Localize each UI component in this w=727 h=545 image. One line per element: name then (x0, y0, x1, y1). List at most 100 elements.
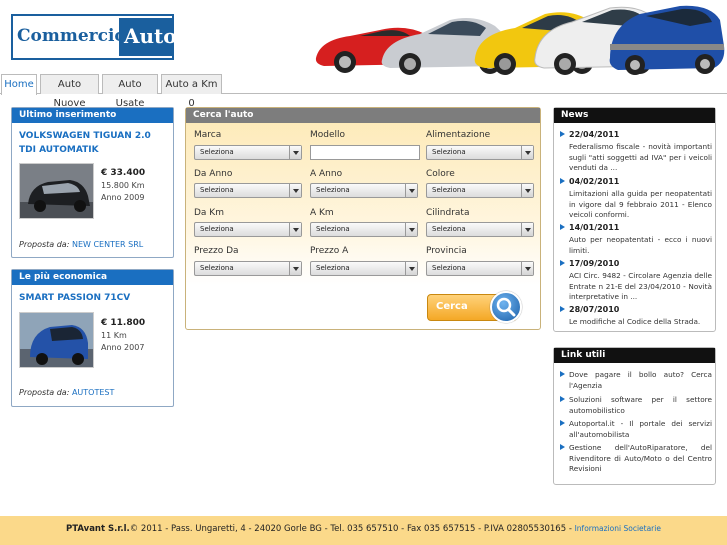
da-km-select[interactable]: Seleziona (194, 222, 302, 237)
bullet-arrow-icon (560, 396, 566, 402)
tab-auto-nuove[interactable]: Auto Nuove (40, 74, 99, 109)
cheapest-listing-photo[interactable] (19, 312, 94, 368)
prezzo-a-select[interactable]: Seleziona (310, 261, 418, 276)
label-alimentazione: Alimentazione (426, 130, 491, 140)
news-date: 14/01/2011 (569, 223, 620, 232)
news-text[interactable]: Le modifiche al Codice della Strada. (569, 317, 712, 328)
label-da-anno: Da Anno (194, 169, 233, 179)
latest-listing-title[interactable]: VOLKSWAGEN TIGUAN 2.0 TDI AUTOMATIK (19, 129, 169, 157)
a-anno-select-value: Seleziona (316, 186, 350, 194)
footer-company: PTAvant S.r.l. (66, 524, 130, 534)
bullet-arrow-icon (560, 444, 566, 450)
bullet-arrow-icon (560, 420, 566, 426)
news-text[interactable]: Limitazioni alla guida per neopatentati … (569, 189, 712, 221)
chevron-down-icon (405, 184, 417, 197)
logo-word-auto: Auto (124, 24, 177, 48)
cheapest-listing-dealer-line: Proposta da: AUTOTEST (19, 388, 114, 397)
chevron-down-icon (521, 184, 533, 197)
latest-listing-year: Anno 2009 (101, 193, 145, 202)
provincia-select[interactable]: Seleziona (426, 261, 534, 276)
news-text[interactable]: ACI Circ. 9482 - Circolare Agenzia delle… (569, 271, 712, 303)
prezzo-da-select-value: Seleziona (200, 264, 234, 272)
news-heading: News (554, 108, 715, 123)
chevron-down-icon (289, 262, 301, 275)
chevron-down-icon (289, 146, 301, 159)
prezzo-a-select-value: Seleziona (316, 264, 350, 272)
bullet-arrow-icon (560, 260, 566, 266)
label-provincia: Provincia (426, 246, 467, 256)
label-prezzo-a: Prezzo A (310, 246, 349, 256)
header: Commercio Auto (0, 0, 727, 76)
useful-links-heading: Link utili (554, 348, 715, 363)
company-info-link[interactable]: Informazioni Societarie (575, 524, 661, 533)
latest-listing-heading: Ultimo inserimento (12, 108, 173, 123)
da-anno-select-value: Seleziona (200, 186, 234, 194)
label-modello: Modello (310, 130, 346, 140)
modello-input[interactable] (310, 145, 420, 160)
cheapest-listing-title[interactable]: SMART PASSION 71CV (19, 291, 169, 305)
news-text[interactable]: Federalismo fiscale - novità importanti … (569, 142, 712, 174)
latest-listing-price: € 33.400 (101, 168, 146, 178)
da-km-select-value: Seleziona (200, 225, 234, 233)
search-button-label: Cerca (436, 301, 468, 312)
site-logo[interactable]: Commercio Auto (11, 14, 177, 60)
cheapest-listing-price: € 11.800 (101, 318, 146, 328)
bullet-arrow-icon (560, 178, 566, 184)
tab-auto-km0[interactable]: Auto a Km 0 (161, 74, 222, 109)
useful-link-text[interactable]: Dove pagare il bollo auto? Cerca l'Agenz… (569, 370, 712, 391)
tab-home[interactable]: Home (1, 74, 37, 95)
search-panel: Cerca l'auto Marca Modello Alimentazione… (185, 107, 541, 330)
bullet-arrow-icon (560, 306, 566, 312)
chevron-down-icon (289, 223, 301, 236)
news-box: News 22/04/2011 Federalismo fiscale - no… (553, 107, 716, 332)
colore-select-value: Seleziona (432, 186, 466, 194)
header-cars-image (315, 5, 725, 75)
cilindrata-select-value: Seleziona (432, 225, 466, 233)
alimentazione-select-value: Seleziona (432, 148, 466, 156)
chevron-down-icon (521, 223, 533, 236)
provincia-select-value: Seleziona (432, 264, 466, 272)
logo-box: Auto (119, 18, 177, 56)
colore-select[interactable]: Seleziona (426, 183, 534, 198)
latest-listing-box: Ultimo inserimento VOLKSWAGEN TIGUAN 2.0… (11, 107, 174, 258)
news-date: 17/09/2010 (569, 259, 620, 268)
news-date: 28/07/2010 (569, 305, 620, 314)
label-da-km: Da Km (194, 208, 224, 218)
proposed-by-label: Proposta da: (19, 388, 70, 397)
marca-select[interactable]: Seleziona (194, 145, 302, 160)
bullet-arrow-icon (560, 131, 566, 137)
useful-link-text[interactable]: Soluzioni software per il settore automo… (569, 395, 712, 416)
cilindrata-select[interactable]: Seleziona (426, 222, 534, 237)
latest-listing-dealer-line: Proposta da: NEW CENTER SRL (19, 240, 143, 249)
cheapest-listing-km: 11 Km (101, 331, 127, 340)
chevron-down-icon (521, 262, 533, 275)
main-tabs: Home Auto Nuove Auto Usate Auto a Km 0 (0, 73, 727, 109)
latest-listing-dealer-link[interactable]: NEW CENTER SRL (72, 240, 143, 249)
chevron-down-icon (289, 184, 301, 197)
cheapest-listing-dealer-link[interactable]: AUTOTEST (72, 388, 114, 397)
a-km-select[interactable]: Seleziona (310, 222, 418, 237)
chevron-down-icon (405, 262, 417, 275)
alimentazione-select[interactable]: Seleziona (426, 145, 534, 160)
da-anno-select[interactable]: Seleziona (194, 183, 302, 198)
prezzo-da-select[interactable]: Seleziona (194, 261, 302, 276)
useful-link-text[interactable]: Gestione dell'AutoRiparatore, del Rivend… (569, 443, 712, 475)
latest-listing-photo[interactable] (19, 163, 94, 219)
useful-links-box: Link utili Dove pagare il bollo auto? Ce… (553, 347, 716, 485)
latest-listing-km: 15.800 Km (101, 181, 145, 190)
footer: PTAvant S.r.l.© 2011 - Pass. Ungaretti, … (0, 516, 727, 545)
search-heading: Cerca l'auto (186, 108, 540, 123)
useful-link-text[interactable]: Autoportal.it - Il portale dei servizi a… (569, 419, 712, 440)
proposed-by-label: Proposta da: (19, 240, 70, 249)
cheapest-listing-year: Anno 2007 (101, 343, 145, 352)
cheapest-listing-box: Le più economica SMART PASSION 71CV € 11… (11, 269, 174, 407)
search-button[interactable]: Cerca (427, 291, 522, 323)
news-text[interactable]: Auto per neopatentati - ecco i nuovi lim… (569, 235, 712, 256)
label-colore: Colore (426, 169, 455, 179)
news-date: 04/02/2011 (569, 177, 620, 186)
search-icon (490, 291, 522, 323)
label-prezzo-da: Prezzo Da (194, 246, 239, 256)
a-anno-select[interactable]: Seleziona (310, 183, 418, 198)
label-a-anno: A Anno (310, 169, 343, 179)
tab-auto-usate[interactable]: Auto Usate (102, 74, 158, 109)
